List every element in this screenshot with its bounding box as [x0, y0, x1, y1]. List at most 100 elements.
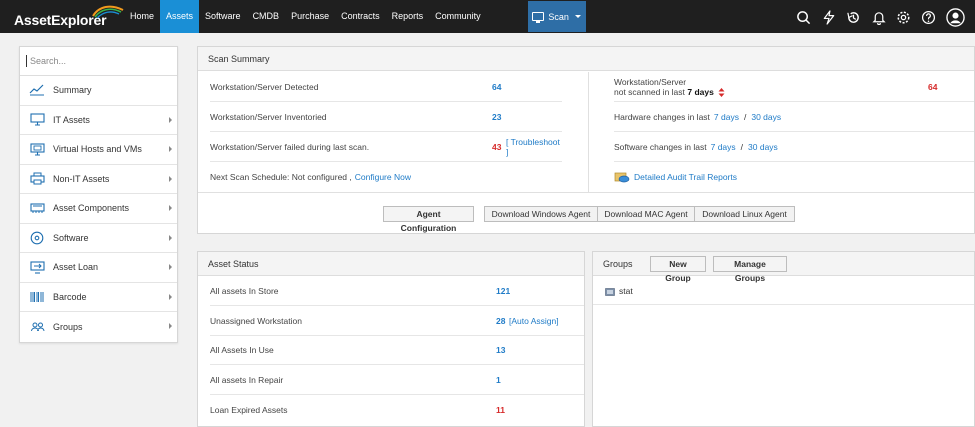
app-logo[interactable]: AssetExplorer — [14, 5, 124, 28]
row-label: All assets In Store — [210, 286, 279, 296]
auto-assign-link[interactable]: [Auto Assign] — [509, 316, 559, 326]
days-selector[interactable]: 7 days — [687, 87, 713, 97]
row-label: Unassigned Workstation — [210, 316, 302, 326]
gear-icon[interactable] — [895, 9, 912, 26]
not-scanned-line1: Workstation/Server — [614, 76, 687, 87]
nav-purchase[interactable]: Purchase — [285, 0, 335, 33]
sidebar-item-summary[interactable]: Summary — [20, 76, 177, 106]
nav-software[interactable]: Software — [199, 0, 247, 33]
sidebar-item-label: Barcode — [53, 291, 87, 302]
chevron-right-icon — [169, 175, 172, 182]
manage-groups-button[interactable]: Manage Groups — [713, 256, 787, 283]
sidebar-item-asset-loan[interactable]: Asset Loan — [20, 253, 177, 283]
audit-trail-link[interactable]: Detailed Audit Trail Reports — [634, 172, 737, 182]
nav-contracts[interactable]: Contracts — [335, 0, 386, 33]
not-scanned-count[interactable]: 64 — [928, 82, 937, 92]
hardware-label: Hardware changes in last — [614, 112, 710, 122]
agent-button-bar: Agent Configuration Download Windows Age… — [198, 192, 974, 234]
sidebar-item-label: Non-IT Assets — [53, 173, 110, 184]
sidebar-item-label: Groups — [53, 321, 83, 332]
sidebar-item-groups[interactable]: Groups — [20, 312, 177, 342]
up-down-arrow-icon[interactable] — [718, 88, 725, 98]
monitor-icon — [29, 113, 45, 127]
nav-reports[interactable]: Reports — [386, 0, 430, 33]
configure-now-link[interactable]: Configure Now — [355, 172, 411, 182]
row-unassigned: Unassigned Workstation 28 [Auto Assign] — [210, 307, 584, 336]
chevron-right-icon — [169, 146, 172, 152]
agent-configuration-button[interactable]: Agent Configuration — [383, 206, 474, 233]
in-store-count[interactable]: 121 — [496, 286, 510, 296]
sidebar-item-it-assets[interactable]: IT Assets — [20, 106, 177, 135]
group-list-divider — [593, 304, 974, 305]
chevron-right-icon — [169, 205, 172, 211]
in-use-count[interactable]: 13 — [496, 345, 505, 355]
row-label: All assets In Repair — [210, 375, 284, 385]
groups-title: Groups — [603, 259, 633, 269]
sidebar-item-label: Software — [53, 232, 89, 243]
asset-status-title: Asset Status — [198, 252, 584, 276]
inventoried-count[interactable]: 23 — [492, 112, 501, 122]
sidebar-item-barcode[interactable]: Barcode — [20, 283, 177, 312]
help-icon[interactable] — [920, 9, 937, 26]
download-windows-agent-button[interactable]: Download Windows Agent — [484, 206, 598, 222]
asset-loan-icon — [29, 260, 45, 274]
group-item[interactable]: stat — [605, 286, 633, 296]
separator: / — [740, 142, 744, 152]
nav-community[interactable]: Community — [429, 0, 487, 33]
hardware-7-days-link[interactable]: 7 days — [714, 112, 739, 122]
row-hardware-changes: Hardware changes in last 7 days / 30 day… — [614, 103, 974, 132]
nav-cmdb[interactable]: CMDB — [247, 0, 286, 33]
troubleshoot-link[interactable]: [ Troubleshoot ] — [506, 137, 562, 157]
bell-icon[interactable] — [870, 9, 887, 26]
nav-home[interactable]: Home — [124, 0, 160, 33]
caret-down-icon — [574, 15, 581, 18]
detected-count[interactable]: 64 — [492, 82, 501, 92]
row-software-changes: Software changes in last 7 days / 30 day… — [614, 133, 974, 162]
hardware-30-days-link[interactable]: 30 days — [751, 112, 781, 122]
nav-assets[interactable]: Assets — [160, 0, 200, 33]
row-in-use: All Assets In Use 13 — [210, 336, 584, 365]
scan-dropdown-button[interactable]: Scan — [527, 1, 586, 32]
download-mac-agent-button[interactable]: Download MAC Agent — [597, 206, 695, 222]
groups-icon — [29, 320, 45, 334]
row-not-scanned: Workstation/Server not scanned in last 7… — [614, 73, 974, 102]
row-in-repair: All assets In Repair 1 — [210, 366, 584, 395]
group-item-label: stat — [619, 286, 633, 296]
main-nav: Home Assets Software CMDB Purchase Contr… — [124, 0, 487, 33]
sidebar-item-label: Asset Components — [53, 203, 130, 214]
not-scanned-line2: not scanned in last — [614, 86, 685, 97]
scan-summary-panel: Scan Summary Workstation/Server Detected… — [197, 46, 975, 234]
user-avatar-icon[interactable] — [945, 7, 965, 27]
failed-count[interactable]: 43 — [492, 142, 501, 152]
groups-panel: Groups New Group Manage Groups stat — [592, 251, 975, 427]
sidebar-item-virtual-hosts[interactable]: Virtual Hosts and VMs — [20, 135, 177, 165]
sidebar: Summary IT Assets Virtual Hosts and VMs … — [19, 46, 178, 343]
new-group-button[interactable]: New Group — [650, 256, 706, 283]
top-navigation-bar: AssetExplorer Home Assets Software CMDB … — [0, 0, 975, 33]
groups-header: Groups New Group Manage Groups — [593, 252, 974, 283]
top-icon-group — [795, 7, 965, 27]
scan-summary-title: Scan Summary — [198, 47, 974, 71]
sidebar-item-asset-components[interactable]: Asset Components — [20, 194, 177, 224]
not-scanned-label: Workstation/Server not scanned in last 7… — [614, 76, 725, 98]
row-loan-expired: Loan Expired Assets 11 — [210, 395, 584, 424]
sidebar-item-label: Summary — [53, 85, 92, 96]
barcode-icon — [29, 290, 45, 304]
loan-expired-count[interactable]: 11 — [496, 405, 505, 415]
unassigned-count[interactable]: 28 — [496, 316, 505, 326]
sidebar-item-software[interactable]: Software — [20, 224, 177, 253]
row-inventoried: Workstation/Server Inventoried 23 — [210, 103, 562, 132]
software-7-days-link[interactable]: 7 days — [711, 142, 736, 152]
lightning-icon[interactable] — [820, 9, 837, 26]
download-linux-agent-button[interactable]: Download Linux Agent — [694, 206, 795, 222]
in-repair-count[interactable]: 1 — [496, 375, 501, 385]
row-next-scan: Next Scan Schedule: Not configured , Con… — [210, 162, 562, 191]
row-detected: Workstation/Server Detected 64 — [210, 73, 562, 102]
software-label: Software changes in last — [614, 142, 707, 152]
software-30-days-link[interactable]: 30 days — [748, 142, 778, 152]
search-input[interactable] — [30, 56, 150, 66]
history-icon[interactable] — [845, 9, 862, 26]
line-chart-icon — [29, 83, 45, 97]
sidebar-item-non-it-assets[interactable]: Non-IT Assets — [20, 165, 177, 194]
search-icon[interactable] — [795, 9, 812, 26]
